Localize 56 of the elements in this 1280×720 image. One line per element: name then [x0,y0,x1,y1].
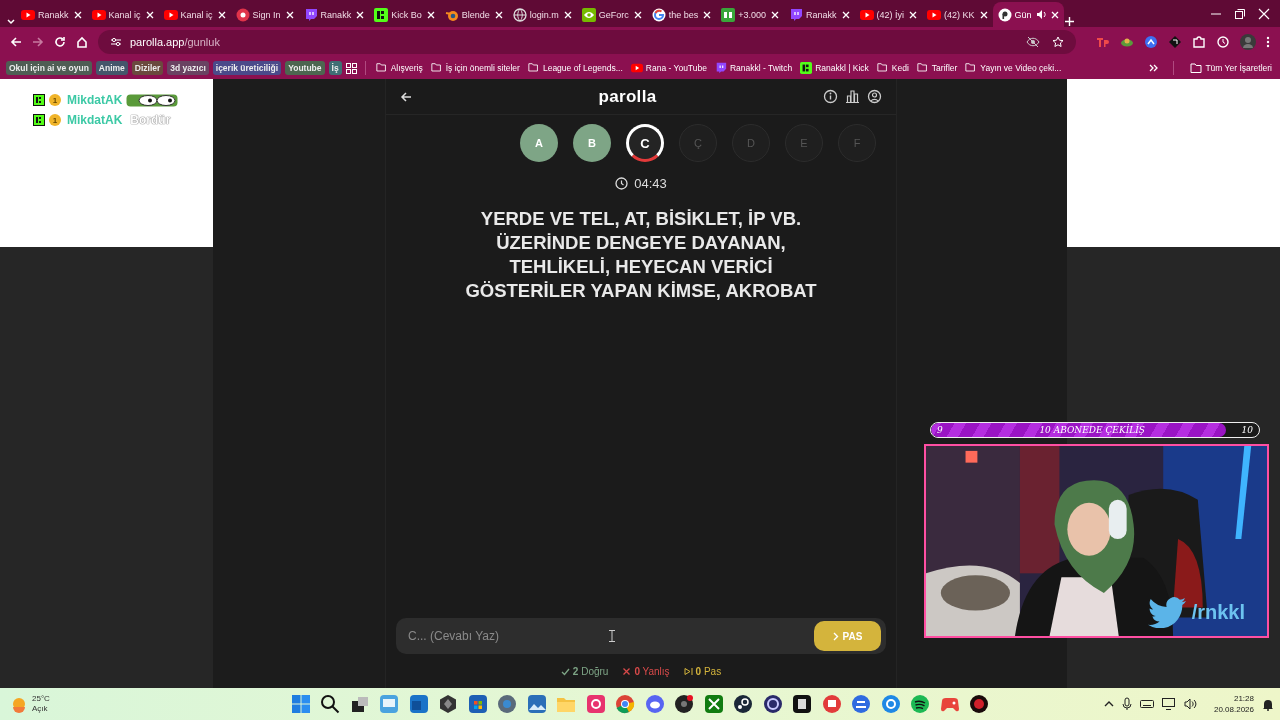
browser-tab[interactable]: Sign In [230,2,299,27]
weather-condition: Açık [32,704,49,714]
bookmark[interactable]: League of Legends... [525,62,625,74]
browser-tab[interactable]: Ranakk [298,2,370,27]
temperature: 25°C [32,694,50,704]
goal-current: 9 [937,425,943,435]
clock-time: 21:28 [1233,693,1254,704]
bookmark-group[interactable]: İş [328,61,342,75]
bookmark-group[interactable]: Anime [95,61,128,75]
chat-message: Bordür [130,113,171,127]
address-bar[interactable]: parolla.app/gunluk [98,30,1076,54]
bookmark[interactable]: Alışveriş [373,62,425,74]
question-text: YERDE VE TEL, AT, BİSİKLET, İP VB. ÜZERİNDE DENGEYE DAYANAN, TEHLİKELİ, HEYECAN VERİCİ GÖSTERİLER YAPAN KİMSE, AKROBAT [465,207,817,303]
browser-tab[interactable]: Kanal iç [158,2,231,27]
bookmark[interactable]: Tüm Yer İşaretleri [1188,62,1274,74]
browser-tab[interactable]: Kick Bo [369,2,440,27]
stat-text: 0 Pas [695,665,722,677]
browser-tab[interactable]: Blende [439,2,508,27]
browser-tab[interactable]: login.m [507,2,577,27]
bookmark[interactable]: İş için önemli siteler [428,62,522,74]
bookmark-group[interactable]: Okul için ai ve oyun [6,61,92,75]
browser-tab[interactable]: (42) KK [922,2,993,27]
badge: 1 [49,114,61,126]
letter-circle: A [520,124,558,162]
badge: 1 [49,94,61,106]
letter-circle: C [626,124,664,162]
bookmark-group[interactable]: içerik üreticiliği [212,61,282,75]
browser-tab[interactable]: Gün [992,2,1064,27]
app-title: parolla [597,86,658,107]
chat-username: MikdatAK [67,113,123,127]
browser-tab[interactable]: Ranakk [16,2,87,27]
bookmark[interactable]: Kedi [874,62,911,74]
url-path: /gunluk [184,36,220,48]
browser-tab[interactable]: GeForc [576,2,647,27]
timer-text: 04:43 [634,176,667,191]
url-domain: parolla.app [130,36,185,48]
chat-username: MikdatAK [67,93,123,107]
bookmark-group[interactable]: Diziler [131,61,164,75]
goal-target: 10 [1241,425,1253,435]
browser-tab[interactable]: (42) İyi [854,2,923,27]
goal-title: 10 ABONEDE ÇEKİLİŞ [1039,425,1145,435]
bookmark[interactable]: Ranakkl - Twitch [712,62,795,74]
browser-tab[interactable]: Ranakk [784,2,855,27]
bookmark[interactable]: Yayın ve Video çeki... [963,62,1064,74]
browser-tab[interactable]: +3.000 [716,2,784,27]
bookmark-group[interactable]: Youtube [285,61,325,75]
browser-tab[interactable]: the bes [646,2,717,27]
bookmark-group[interactable]: 3d yazıcı [167,61,209,75]
stat-text: 2 Doğru [572,665,609,677]
bookmark[interactable]: Rana - YouTube [628,62,709,74]
bookmark[interactable]: Ranakkl | Kick [798,62,871,74]
clock-date: 20.08.2026 [1213,704,1254,715]
browser-tab[interactable]: Kanal iç [86,2,159,27]
bookmark[interactable]: Tarifler [914,62,960,74]
letter-circle: B [573,124,611,162]
stat-text: 0 Yanlış [634,665,670,677]
